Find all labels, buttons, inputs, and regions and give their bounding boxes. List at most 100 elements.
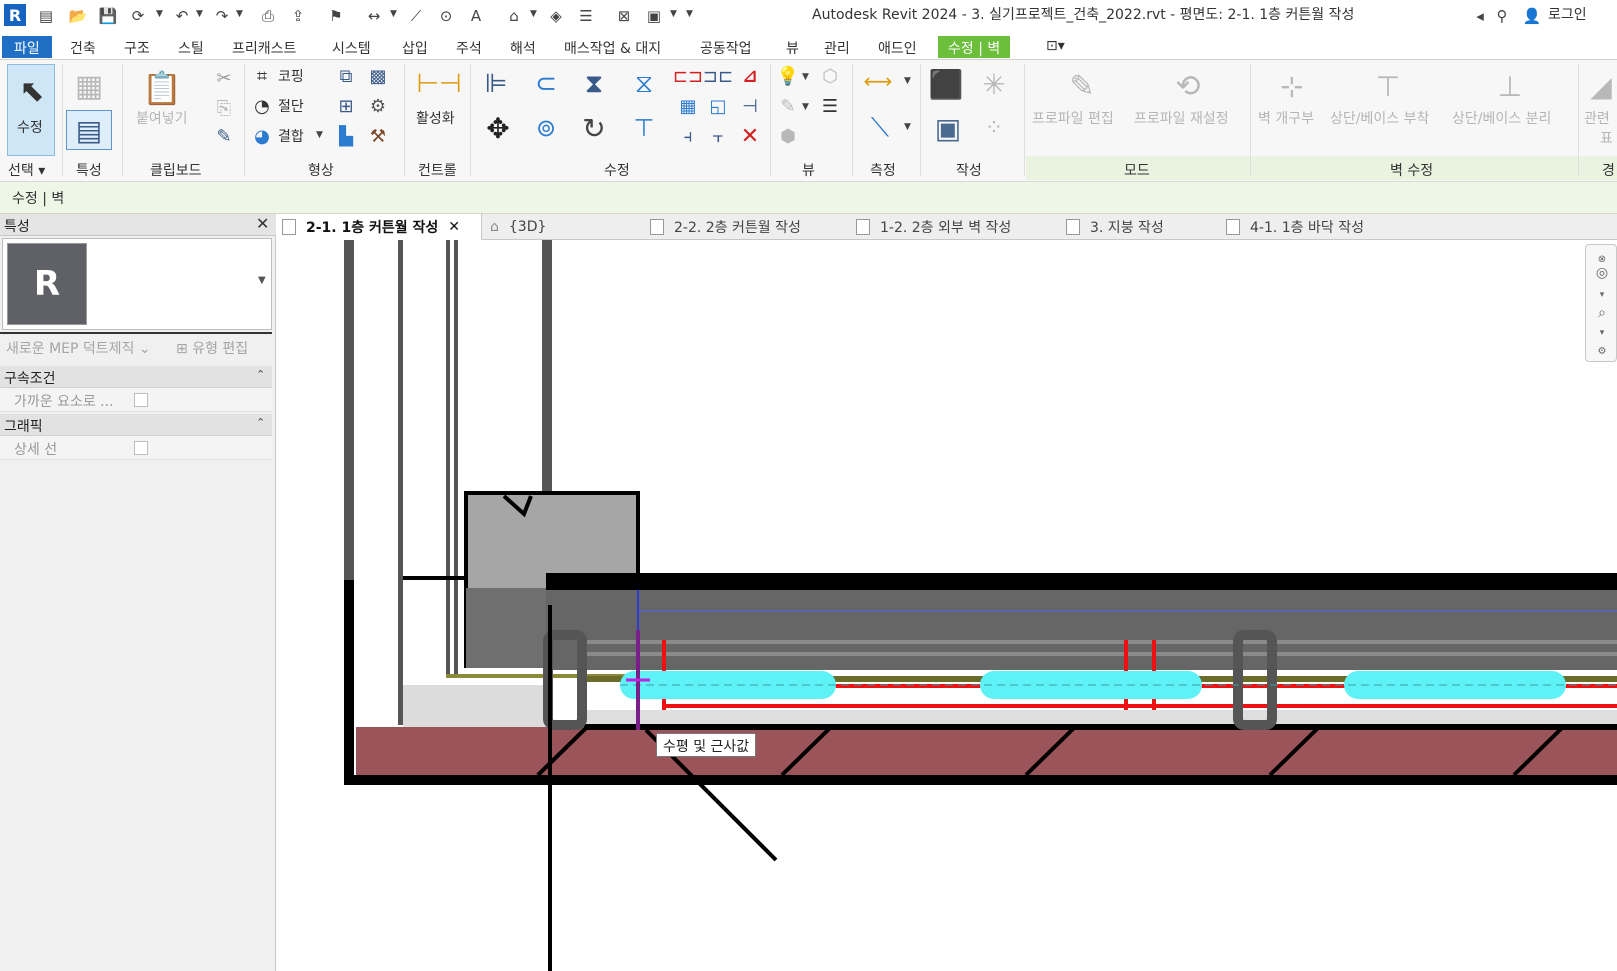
tab-insert[interactable]: 삽입 — [402, 36, 428, 58]
tab-view[interactable]: 뷰 — [786, 36, 799, 58]
tab-precast[interactable]: 프리캐스트 — [232, 36, 296, 58]
tab-collaborate[interactable]: 공동작업 — [700, 36, 752, 58]
section-icon[interactable]: ◈ — [546, 6, 566, 26]
aligned-dimension-icon[interactable]: ⟍ — [858, 108, 902, 148]
login-button[interactable]: 로그인 — [1548, 4, 1587, 24]
trim-extend-icon[interactable]: ⊤ — [624, 110, 664, 146]
match-properties-icon[interactable]: ✎ — [212, 124, 236, 148]
undo-icon[interactable]: ↶ — [172, 6, 192, 26]
wall-joins-icon[interactable]: ⧉ — [334, 64, 358, 88]
property-group-graphics[interactable]: 그래픽 ⌃ — [0, 414, 272, 436]
switch-dropdown-icon[interactable]: ▼ — [670, 9, 677, 19]
cope-dropdown-icon[interactable]: ▼ — [316, 130, 323, 140]
cut-scissors-icon[interactable]: ✂ — [212, 66, 236, 90]
tab-addins[interactable]: 애드인 — [878, 36, 917, 58]
split-element-icon[interactable]: ⊏⊐ — [673, 64, 703, 88]
dimension-type-dropdown-icon[interactable]: ▼ — [904, 122, 911, 132]
revit-logo-icon[interactable]: R — [4, 4, 26, 26]
binoculars-icon[interactable]: ⚲ — [1492, 6, 1512, 26]
3d-view-icon[interactable]: ⌂ — [504, 6, 524, 26]
tab-annotate[interactable]: 주석 — [456, 36, 482, 58]
chevron-down-icon[interactable]: ▾ — [1592, 285, 1612, 305]
create-assembly-icon[interactable]: ⬛ — [926, 66, 966, 102]
override-graphics-icon[interactable]: ⬡ — [818, 64, 842, 88]
paste-icon[interactable]: 📋 — [142, 66, 182, 110]
close-hidden-icon[interactable]: ⊠ — [614, 6, 634, 26]
mirror-pick-axis-icon[interactable]: ⧗ — [574, 66, 614, 102]
type-selector[interactable]: R ▼ — [2, 238, 272, 330]
thin-lines-icon[interactable]: ☰ — [576, 6, 596, 26]
print-icon[interactable]: ⎙ — [258, 6, 278, 26]
sync-icon[interactable]: ⟳ — [128, 6, 148, 26]
split-face-icon[interactable]: ⊞ — [334, 94, 358, 118]
related-hosts-icon[interactable]: ◢ — [1586, 66, 1616, 106]
info-center-icon[interactable]: ▤ — [36, 6, 56, 26]
spot-icon[interactable]: ⊙ — [436, 6, 456, 26]
close-icon[interactable]: ✕ — [256, 214, 269, 233]
collapse-icon[interactable]: ⌃ — [256, 416, 265, 429]
undo-dropdown-icon[interactable]: ▼ — [196, 9, 203, 19]
pin-icon[interactable]: ⊣ — [738, 94, 762, 118]
tab-architecture[interactable]: 건축 — [70, 36, 96, 58]
redo-icon[interactable]: ↷ — [212, 6, 232, 26]
view-tab[interactable]: 4-1. 1층 바닥 작성 — [1226, 214, 1364, 240]
customize-qat-icon[interactable]: ▼ — [686, 9, 693, 19]
hide-in-view-icon[interactable]: 💡 — [776, 64, 800, 88]
view-tab[interactable]: 3. 지붕 작성 — [1066, 214, 1164, 240]
unpin-icon[interactable]: ⊿ — [738, 64, 762, 88]
options-icon[interactable]: ⚙ — [1592, 341, 1612, 361]
attach-top-base-icon[interactable]: ⊤ — [1368, 66, 1408, 106]
save-icon[interactable]: 💾 — [98, 6, 118, 26]
export-icon[interactable]: ⇪ — [288, 6, 308, 26]
offset-icon[interactable]: ⊂ — [524, 66, 568, 102]
2d-wheel-icon[interactable]: ◎ — [1592, 263, 1612, 283]
scale-icon[interactable]: ◱ — [706, 94, 730, 118]
align-icon[interactable]: ⊫ — [478, 66, 514, 102]
copy-icon[interactable]: ⎘ — [212, 96, 236, 120]
edit-type-button[interactable]: ⊞ 유형 편집 — [176, 338, 248, 358]
paint-icon[interactable]: ▩ — [366, 64, 390, 88]
activate-dimensions-icon[interactable]: ⊢⊣ — [416, 64, 461, 104]
close-icon[interactable]: ✕ — [448, 219, 460, 235]
switch-windows-icon[interactable]: ▣ — [644, 6, 664, 26]
move-icon[interactable]: ✥ — [480, 110, 516, 146]
hide-dropdown-icon[interactable]: ▼ — [802, 72, 809, 82]
view-cube-icon[interactable]: ⬢ — [776, 124, 800, 148]
modify-button[interactable]: ⬉ 수정 — [7, 64, 55, 156]
linework-dropdown-icon[interactable]: ▼ — [802, 102, 809, 112]
property-group-constraints[interactable]: 구속조건 ⌃ — [0, 366, 272, 388]
join-icon[interactable]: ◕ — [250, 124, 274, 148]
hammer-icon[interactable]: ⚒ — [366, 124, 390, 148]
tab-steel[interactable]: 스틸 — [178, 36, 204, 58]
sync-dropdown-icon[interactable]: ▼ — [156, 9, 163, 19]
dimension-icon[interactable]: ↔ — [364, 6, 384, 26]
measure-dropdown-icon[interactable]: ▼ — [904, 76, 911, 86]
measure-distance-icon[interactable]: ⟷ — [858, 66, 898, 96]
trim-multiple-icon[interactable]: ⫞ — [676, 124, 700, 148]
tab-file[interactable]: 파일 — [2, 36, 52, 58]
view-tab[interactable]: 2-2. 2층 커튼월 작성 — [650, 214, 801, 240]
checkbox[interactable] — [134, 441, 148, 455]
delete-icon[interactable]: ✕ — [738, 124, 762, 149]
new-element-dropdown[interactable]: 새로운 MEP 덕트제직 ⌄ — [6, 338, 151, 358]
panel-select[interactable]: 선택 ▾ — [8, 160, 45, 180]
text-icon[interactable]: A — [466, 6, 486, 26]
drawing-canvas[interactable]: 수평 및 근사값 — [276, 240, 1617, 971]
chevron-down-icon[interactable]: ▼ — [258, 275, 266, 286]
view-tab[interactable]: 1-2. 2층 외부 벽 작성 — [856, 214, 1011, 240]
chevron-down-icon[interactable]: ▾ — [1592, 323, 1612, 343]
array-icon[interactable]: ▦ — [676, 94, 700, 118]
linework-icon[interactable]: ✎ — [776, 94, 800, 118]
trim-single-icon[interactable]: ⫟ — [706, 124, 730, 148]
edit-profile-icon[interactable]: ✎ — [1062, 66, 1102, 106]
tab-systems[interactable]: 시스템 — [332, 36, 371, 58]
create-similar-icon[interactable]: ⁘ — [976, 110, 1012, 146]
floor-plan-drawing[interactable] — [276, 240, 1617, 971]
zoom-icon[interactable]: ⌕ — [1592, 303, 1612, 323]
tab-analyze[interactable]: 해석 — [510, 36, 536, 58]
checkbox[interactable] — [134, 393, 148, 407]
tab-modify-wall[interactable]: 수정 | 벽 — [938, 36, 1011, 58]
collapse-icon[interactable]: ⌃ — [256, 368, 265, 381]
tab-massing-site[interactable]: 매스작업 & 대지 — [564, 36, 661, 58]
measure-icon[interactable]: ⚑ — [326, 6, 346, 26]
